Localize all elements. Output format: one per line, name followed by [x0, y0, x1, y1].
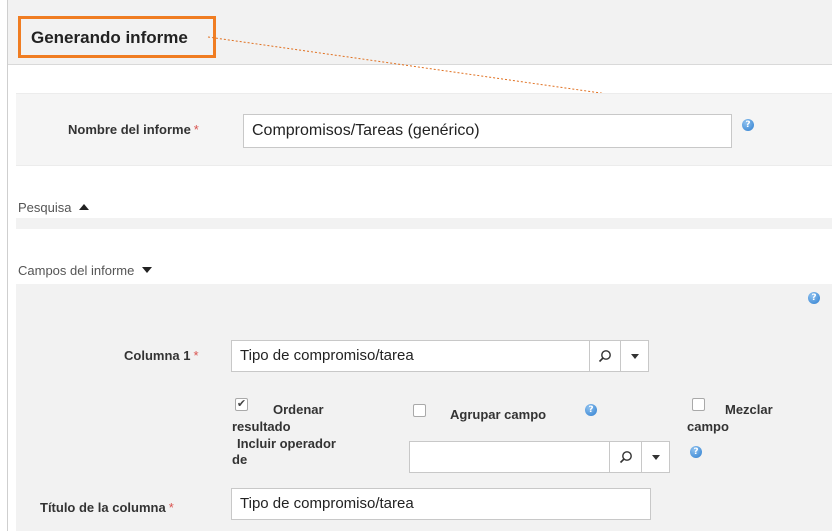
merge-field-label: Mezclar [725, 402, 773, 417]
help-icon[interactable]: ? [690, 446, 702, 458]
report-name-label: Nombre del informe * [68, 122, 199, 137]
sort-result-label-line2: resultado [232, 419, 291, 434]
help-icon[interactable]: ? [808, 292, 820, 304]
sort-result-checkbox[interactable]: ✔ [235, 398, 248, 411]
required-mark: * [193, 122, 199, 137]
window-left-border [7, 0, 8, 531]
include-operator-label: Incluir operador [237, 436, 336, 451]
title-highlight-box: Generando informe [18, 16, 216, 58]
group-field-checkbox[interactable] [413, 404, 426, 417]
help-icon[interactable]: ? [742, 119, 754, 131]
group-field-label: Agrupar campo [450, 407, 547, 422]
page-title: Generando informe [31, 28, 188, 47]
section-toggle-search[interactable]: Pesquisa [18, 200, 90, 215]
merge-field-label-line2: campo [687, 419, 729, 434]
required-mark: * [168, 500, 174, 515]
caret-up-icon [79, 204, 90, 210]
operator-input[interactable] [409, 441, 610, 473]
include-operator-label-line2: de [232, 452, 248, 467]
page-header: Generando informe [8, 0, 832, 65]
operator-dropdown-button[interactable] [641, 441, 670, 473]
merge-field-checkbox[interactable] [692, 398, 705, 411]
section-toggle-fields[interactable]: Campos del informe [18, 263, 153, 278]
caret-down-icon [651, 454, 660, 460]
required-mark: * [193, 348, 199, 363]
column1-dropdown-button[interactable] [620, 340, 649, 372]
column1-label: Columna 1 * [124, 348, 199, 363]
sort-result-label: Ordenar [273, 402, 324, 417]
operator-search-button[interactable] [609, 441, 642, 473]
search-panel [16, 218, 832, 229]
column1-input[interactable]: Tipo de compromiso/tarea [231, 340, 590, 372]
search-icon [619, 451, 632, 464]
caret-down-icon [630, 353, 639, 359]
column-title-input[interactable]: Tipo de compromiso/tarea [231, 488, 651, 520]
caret-down-icon [142, 267, 153, 273]
report-name-input[interactable]: Compromisos/Tareas (genérico) [243, 114, 732, 148]
column1-search-button[interactable] [589, 340, 621, 372]
search-icon [598, 350, 611, 363]
column-title-label: Título de la columna * [40, 500, 174, 515]
help-icon[interactable]: ? [585, 404, 597, 416]
